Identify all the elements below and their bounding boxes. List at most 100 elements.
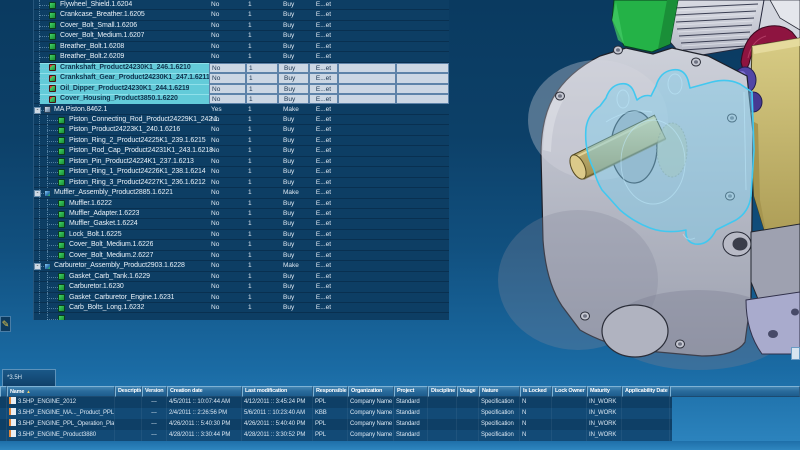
part-document-icon bbox=[9, 430, 16, 437]
cell-maturity: IN_WORK bbox=[587, 408, 622, 419]
edit-mode-button[interactable]: ✎ bbox=[0, 316, 11, 332]
part-icon bbox=[58, 221, 65, 228]
cell-usage bbox=[457, 408, 479, 419]
tree-flag-cell: No bbox=[209, 209, 246, 219]
tree-flag-cell: E...et bbox=[309, 125, 338, 135]
tree-row[interactable]: Lock_Bolt.1.6225No1BuyE...et bbox=[34, 230, 449, 240]
column-header-responsible[interactable]: Responsible bbox=[313, 386, 348, 397]
tree-row[interactable]: Gasket_Carburetor_Engine.1.6231No1BuyE..… bbox=[34, 293, 449, 303]
table-row[interactable]: 3.5HP_ENGINE_2012---4/5/2011 :: 10:07:44… bbox=[0, 397, 672, 408]
tree-item-label: Muffler_Gasket.1.6224 bbox=[69, 219, 138, 230]
tree-row[interactable]: Gasket_Carb_Tank.1.6229No1BuyE...et bbox=[34, 272, 449, 282]
part-icon bbox=[58, 211, 65, 218]
column-header-is-locked[interactable]: Is Locked bbox=[520, 386, 552, 397]
cell-responsible: PPL bbox=[313, 419, 348, 430]
tree-row[interactable]: Carburetor.1.6230No1BuyE...et bbox=[34, 282, 449, 292]
cell-discipline bbox=[428, 397, 457, 408]
tree-flag-cell: Buy bbox=[278, 219, 309, 229]
tree-flag-cell: 1 bbox=[246, 125, 278, 135]
tree-flag-cell: Buy bbox=[278, 293, 309, 303]
cell-responsible: PPL bbox=[313, 430, 348, 441]
column-header-discipline[interactable]: Discipline bbox=[428, 386, 457, 397]
column-header-applicability-date[interactable]: Applicability Date bbox=[622, 386, 670, 397]
engine-3d-model[interactable] bbox=[448, 0, 800, 388]
tree-row[interactable]: Piston_Rod_Cap_Product24231K1_243.1.6218… bbox=[34, 146, 449, 156]
tree-row[interactable]: Muffler_Gasket.1.6224No1BuyE...et bbox=[34, 219, 449, 229]
tree-flag-cell: Buy bbox=[278, 31, 309, 41]
tree-row[interactable]: Piston_Product24223K1_240.1.6216No1BuyE.… bbox=[34, 125, 449, 135]
column-header-maturity[interactable]: Maturity bbox=[587, 386, 622, 397]
tree-row[interactable]: Carb_Bolts_Long.1.6232No1BuyE...et bbox=[34, 303, 449, 313]
tree-item-label: Muffler_Adapter.1.6223 bbox=[69, 209, 139, 220]
cell-creation: 4/5/2011 :: 10:07:44 AM bbox=[167, 397, 242, 408]
tree-item-label: Crankshaft_Gear_Product24230K1_247.1.621… bbox=[60, 73, 210, 84]
tree-flag-cell: Buy bbox=[278, 84, 309, 94]
table-row[interactable]: 3.5HP_ENGINE_PPL_Operation_Plan---4/26/2… bbox=[0, 419, 672, 430]
column-header-creation-date[interactable]: Creation date bbox=[167, 386, 242, 397]
tree-item-label: Carburetor.1.6230 bbox=[69, 282, 124, 293]
column-header-nature[interactable]: Nature bbox=[479, 386, 520, 397]
tree-row[interactable]: Piston_Pin_Product24224K1_237.1.6213No1B… bbox=[34, 157, 449, 167]
tree-flag-cell: E...et bbox=[309, 167, 338, 177]
tree-flag-cell: No bbox=[209, 261, 246, 271]
cell-modified: 4/12/2011 :: 3:45:24 PM bbox=[242, 397, 313, 408]
tree-row[interactable]: Oil_Dipper_Product24230K1_244.1.6219No1B… bbox=[34, 84, 449, 94]
tree-row[interactable]: -MA Piston.8462.1Yes1MakeE...et bbox=[34, 105, 449, 115]
cell-name: 3.5HP_ENGINE_MA..._Product_PPL_255 bbox=[7, 408, 115, 419]
tree-row[interactable]: Cover_Bolt_Medium.2.6227No1BuyE...et bbox=[34, 251, 449, 261]
tree-flag-cell: No bbox=[209, 272, 246, 282]
table-row[interactable]: 3.5HP_ENGINE_MA..._Product_PPL_255---2/4… bbox=[0, 408, 672, 419]
column-header-name[interactable]: Name▲ bbox=[7, 386, 115, 397]
expander-icon[interactable]: - bbox=[34, 190, 41, 197]
tree-row[interactable]: Piston_Ring_3_Product24227K1_236.1.6212N… bbox=[34, 178, 449, 188]
column-header-version[interactable]: Version bbox=[142, 386, 167, 397]
tree-row[interactable]: -Muffler_Assembly_Product2885.1.6221No1M… bbox=[34, 188, 449, 198]
cell-creation: 4/26/2011 :: 5:40:30 PM bbox=[167, 419, 242, 430]
column-header-description[interactable]: Description bbox=[115, 386, 142, 397]
table-row[interactable]: 3.5HP_ENGINE_Product3880---4/28/2011 :: … bbox=[0, 430, 672, 441]
tree-row[interactable]: Breather_Bolt.1.6208No1BuyE...et bbox=[34, 42, 449, 52]
tree-row[interactable]: Piston_Ring_1_Product24226K1_238.1.6214N… bbox=[34, 167, 449, 177]
cell-locked: N bbox=[520, 419, 552, 430]
tree-row[interactable]: Crankcase_Breather.1.6205No1BuyE...et bbox=[34, 10, 449, 20]
column-header-project[interactable]: Project bbox=[394, 386, 428, 397]
tree-flag-cell: E...et bbox=[309, 21, 338, 31]
tree-row[interactable]: Crankshaft_Product24230K1_246.1.6210No1B… bbox=[34, 63, 449, 73]
tree-flag-cell: 1 bbox=[246, 63, 278, 73]
tree-row[interactable]: Flywheel_Shield.1.6204No1BuyE...et bbox=[34, 0, 449, 10]
tree-row[interactable]: Piston_Connecting_Rod_Product24229K1_242… bbox=[34, 115, 449, 125]
tree-row[interactable]: Muffler_Adapter.1.6223No1BuyE...et bbox=[34, 209, 449, 219]
tree-item-label: Crankshaft_Product24230K1_246.1.6210 bbox=[60, 63, 191, 74]
tree-row[interactable]: Cover_Bolt_Medium.1.6226No1BuyE...et bbox=[34, 240, 449, 250]
tree-flag-cell: No bbox=[209, 157, 246, 167]
tree-flag-cell: Buy bbox=[278, 136, 309, 146]
tree-row[interactable]: Cover_Bolt_Medium.1.6207No1BuyE...et bbox=[34, 31, 449, 41]
column-header-usage[interactable]: Usage bbox=[457, 386, 479, 397]
tree-row[interactable]: Muffler.1.6222No1BuyE...et bbox=[34, 199, 449, 209]
tree-flag-cell: 1 bbox=[246, 219, 278, 229]
tree-row[interactable]: Cover_Bolt_Small.1.6206No1BuyE...et bbox=[34, 21, 449, 31]
tree-branch-line bbox=[47, 214, 58, 215]
compass-mini-icon[interactable] bbox=[791, 347, 800, 360]
results-panel-tab[interactable]: *3.5H bbox=[2, 369, 56, 387]
tree-row[interactable] bbox=[34, 314, 449, 321]
cell-nature: Specification bbox=[479, 419, 520, 430]
tree-row[interactable]: -Carburetor_Assembly_Product2903.1.6228N… bbox=[34, 261, 449, 271]
tree-flag-cell: Buy bbox=[278, 240, 309, 250]
tree-row[interactable]: Piston_Ring_2_Product24225K1_239.1.6215N… bbox=[34, 136, 449, 146]
expander-icon[interactable]: - bbox=[34, 107, 41, 114]
column-header-last-modification[interactable]: Last modification bbox=[242, 386, 313, 397]
expander-icon[interactable]: - bbox=[34, 263, 41, 270]
part-icon bbox=[49, 22, 56, 29]
3d-viewport[interactable] bbox=[448, 0, 800, 388]
cell-applicability bbox=[622, 397, 670, 408]
cell-locked: N bbox=[520, 397, 552, 408]
tree-row[interactable]: Crankshaft_Gear_Product24230K1_247.1.621… bbox=[34, 73, 449, 83]
tree-row[interactable]: Breather_Bolt.2.6209No1BuyE...et bbox=[34, 52, 449, 62]
row-icon-cell bbox=[0, 430, 7, 441]
tree-item-label: Gasket_Carburetor_Engine.1.6231 bbox=[69, 293, 174, 304]
column-header-icon[interactable] bbox=[0, 386, 7, 397]
column-header-organization[interactable]: Organization bbox=[348, 386, 394, 397]
column-header-lock-owner[interactable]: Lock Owner bbox=[552, 386, 587, 397]
tree-row[interactable]: Cover_Housing_Product3850.1.6220No1BuyE.… bbox=[34, 94, 449, 104]
